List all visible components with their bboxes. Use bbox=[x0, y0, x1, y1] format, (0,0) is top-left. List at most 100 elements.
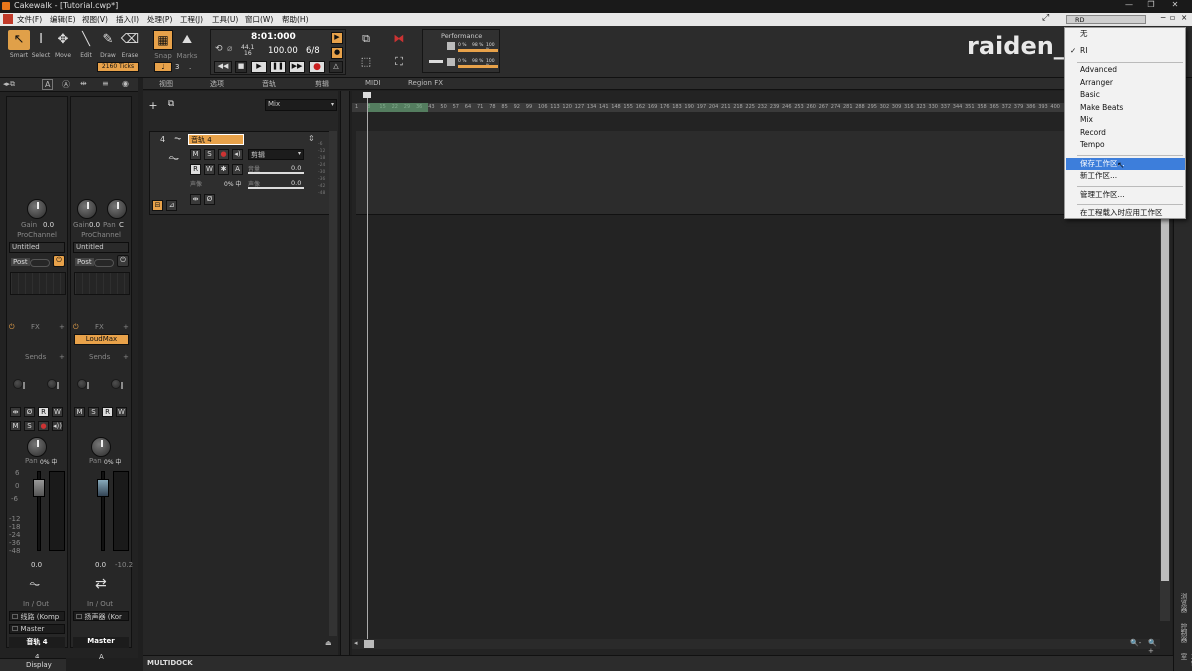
loop-toggle-button[interactable]: ● bbox=[331, 47, 343, 59]
menu-process[interactable]: 处理(P) bbox=[147, 14, 172, 25]
track-pan-value[interactable]: 0.0 bbox=[291, 179, 301, 187]
workspace-advanced[interactable]: Advanced bbox=[1066, 64, 1185, 76]
snap-note-button[interactable]: ♩ bbox=[154, 62, 172, 72]
draw-tool[interactable]: ✎ Draw bbox=[97, 30, 119, 59]
track-solo-button[interactable]: S bbox=[204, 149, 215, 160]
prochannel-label[interactable]: ProChannel bbox=[77, 231, 125, 239]
power-icon[interactable]: ⏻ bbox=[53, 255, 65, 267]
fx-add-icon[interactable]: + bbox=[59, 323, 65, 331]
fx-add-icon[interactable]: + bbox=[123, 323, 129, 331]
workspace-basic[interactable]: Basic bbox=[1066, 89, 1185, 101]
master-pan-knob[interactable] bbox=[107, 199, 127, 219]
hscrollbar[interactable]: ◂ 🔍- 🔍+ bbox=[352, 639, 1160, 655]
loop-region-button[interactable]: ⧉ bbox=[357, 32, 375, 48]
track-name-field[interactable]: 音轨 4 bbox=[188, 134, 244, 145]
menu-edit[interactable]: 编辑(E) bbox=[50, 14, 76, 25]
fx-power-icon[interactable]: ⏻ bbox=[73, 323, 79, 332]
menu-views[interactable]: 视图 bbox=[159, 79, 173, 89]
stop-button[interactable]: ■ bbox=[235, 61, 247, 73]
scroll-thumb[interactable] bbox=[364, 640, 374, 648]
volume-value[interactable]: 0.0 bbox=[31, 561, 42, 569]
save-workspace-item[interactable]: 保存工作区... bbox=[1066, 158, 1185, 170]
inspector-settings-icon[interactable]: ◉ bbox=[122, 79, 129, 88]
workspace-make-beats[interactable]: Make Beats bbox=[1066, 102, 1185, 114]
fast-forward-button[interactable]: ▶▶ bbox=[289, 61, 305, 73]
workspace-mix[interactable]: Mix bbox=[1066, 114, 1185, 126]
output-select[interactable]: ☐ 扬声器 (Kor bbox=[73, 611, 129, 621]
manage-workspace-item[interactable]: 管理工作区... bbox=[1066, 189, 1185, 201]
workspace-arranger[interactable]: Arranger bbox=[1066, 77, 1185, 89]
timeline-ruler[interactable]: 1815222936435057647178859299106113120127… bbox=[352, 103, 1064, 112]
inspector-arrows-icon[interactable]: ◂▸⧉ bbox=[3, 80, 15, 89]
track-pane-scroll-bottom[interactable]: ⏏ bbox=[325, 639, 337, 649]
track-read-button[interactable]: R bbox=[190, 164, 201, 175]
menu-window[interactable]: 窗口(W) bbox=[245, 14, 273, 25]
inspector-route-icon[interactable]: ⇹ bbox=[80, 79, 87, 88]
track-volume-slider[interactable] bbox=[248, 172, 304, 174]
loop-region[interactable] bbox=[368, 103, 428, 112]
apply-workspace-on-load-item[interactable]: 在工程载入时应用工作区 bbox=[1066, 207, 1185, 219]
inspector-list-icon[interactable]: ≡ bbox=[102, 79, 109, 88]
solo-button[interactable]: S bbox=[88, 407, 99, 417]
restore-button[interactable]: ❐ bbox=[1142, 0, 1160, 9]
track-pan-slider[interactable] bbox=[248, 187, 304, 189]
volume-fader-cap[interactable] bbox=[97, 479, 109, 497]
track-arm-button[interactable]: ● bbox=[218, 149, 229, 160]
send-knob-1[interactable] bbox=[13, 379, 25, 389]
workspace-ri[interactable]: ✓ RI bbox=[1066, 45, 1185, 57]
mix-dropdown[interactable]: Mix ▾ bbox=[265, 99, 337, 111]
track-edit-filter[interactable]: 剪辑 ▾ bbox=[248, 149, 304, 160]
track-phase-button[interactable]: ⇹ bbox=[190, 194, 201, 205]
track-expand-icon[interactable]: ⇕ bbox=[308, 134, 315, 143]
markers-button[interactable]: ⧓ bbox=[390, 32, 408, 48]
track-freeze-button[interactable]: ✱ bbox=[218, 164, 229, 175]
time-display[interactable]: 8:01:000 bbox=[251, 32, 296, 42]
marks-button[interactable]: ⛰ bbox=[177, 30, 197, 50]
write-button[interactable]: W bbox=[52, 407, 63, 417]
volume-value[interactable]: 0.0 bbox=[95, 561, 106, 569]
doc-minimize-button[interactable]: − bbox=[1160, 13, 1166, 22]
close-button[interactable]: ✕ bbox=[1166, 0, 1184, 9]
inspector-a2-icon[interactable]: Ⓐ bbox=[62, 79, 70, 90]
menu-options[interactable]: 选项 bbox=[210, 79, 224, 89]
preset-field[interactable]: Untitled bbox=[9, 242, 65, 253]
zoom-fit-button[interactable]: ⛶ bbox=[390, 55, 408, 71]
pre-post-slider[interactable] bbox=[94, 259, 114, 267]
track-fx-icon[interactable]: ⊟ bbox=[152, 200, 163, 211]
phase-button[interactable]: ⇹ bbox=[10, 407, 21, 417]
doc-restore-button[interactable]: ▫ bbox=[1170, 13, 1175, 22]
track-folder-button[interactable]: ⧉ bbox=[165, 99, 177, 111]
loudmax-plugin[interactable]: LoudMax bbox=[74, 334, 129, 345]
inspector-a-icon[interactable]: A bbox=[42, 79, 54, 90]
smart-tool[interactable]: ↖ Smart bbox=[8, 30, 30, 59]
track-pan-pct[interactable]: 0% 中 bbox=[224, 179, 241, 188]
send-knob-1[interactable] bbox=[77, 379, 89, 389]
move-tool[interactable]: ✥ Move bbox=[52, 30, 74, 59]
track-mute-button[interactable]: M bbox=[190, 149, 201, 160]
pan-knob[interactable] bbox=[27, 437, 47, 457]
menu-view[interactable]: 视图(V) bbox=[82, 14, 108, 25]
post-label[interactable]: Post bbox=[11, 258, 30, 266]
display-tab[interactable]: Display bbox=[0, 658, 66, 671]
punch-button[interactable]: ▶ bbox=[331, 32, 343, 44]
menu-help[interactable]: 帮助(H) bbox=[282, 14, 309, 25]
dock-tab-browser[interactable]: 浏览器 bbox=[1178, 593, 1188, 613]
doc-close-button[interactable]: × bbox=[1181, 13, 1187, 22]
output-select[interactable]: ☐ Master bbox=[9, 624, 65, 634]
multidock-bar[interactable]: MULTIDOCK bbox=[143, 655, 1173, 671]
rewind-button[interactable]: ◀◀ bbox=[214, 61, 232, 73]
menu-tracks[interactable]: 音轨 bbox=[262, 79, 276, 89]
send-knob-2[interactable] bbox=[47, 379, 59, 389]
select-region-button[interactable]: ⬚ bbox=[357, 55, 375, 71]
loop-icon[interactable]: ⟲ bbox=[215, 44, 223, 54]
workspace-record[interactable]: Record bbox=[1066, 127, 1185, 139]
menu-project[interactable]: 工程(J) bbox=[180, 14, 203, 25]
mute-button[interactable]: M bbox=[74, 407, 85, 417]
prochannel-label[interactable]: ProChannel bbox=[13, 231, 61, 239]
read-button[interactable]: R bbox=[102, 407, 113, 417]
pan-knob[interactable] bbox=[91, 437, 111, 457]
zoom-in-icon[interactable]: 🔍+ bbox=[1148, 639, 1160, 655]
sends-add-icon[interactable]: + bbox=[59, 353, 65, 361]
edit-tool[interactable]: ╲ Edit bbox=[75, 30, 97, 59]
track-pane-scrollbar[interactable] bbox=[329, 131, 337, 636]
